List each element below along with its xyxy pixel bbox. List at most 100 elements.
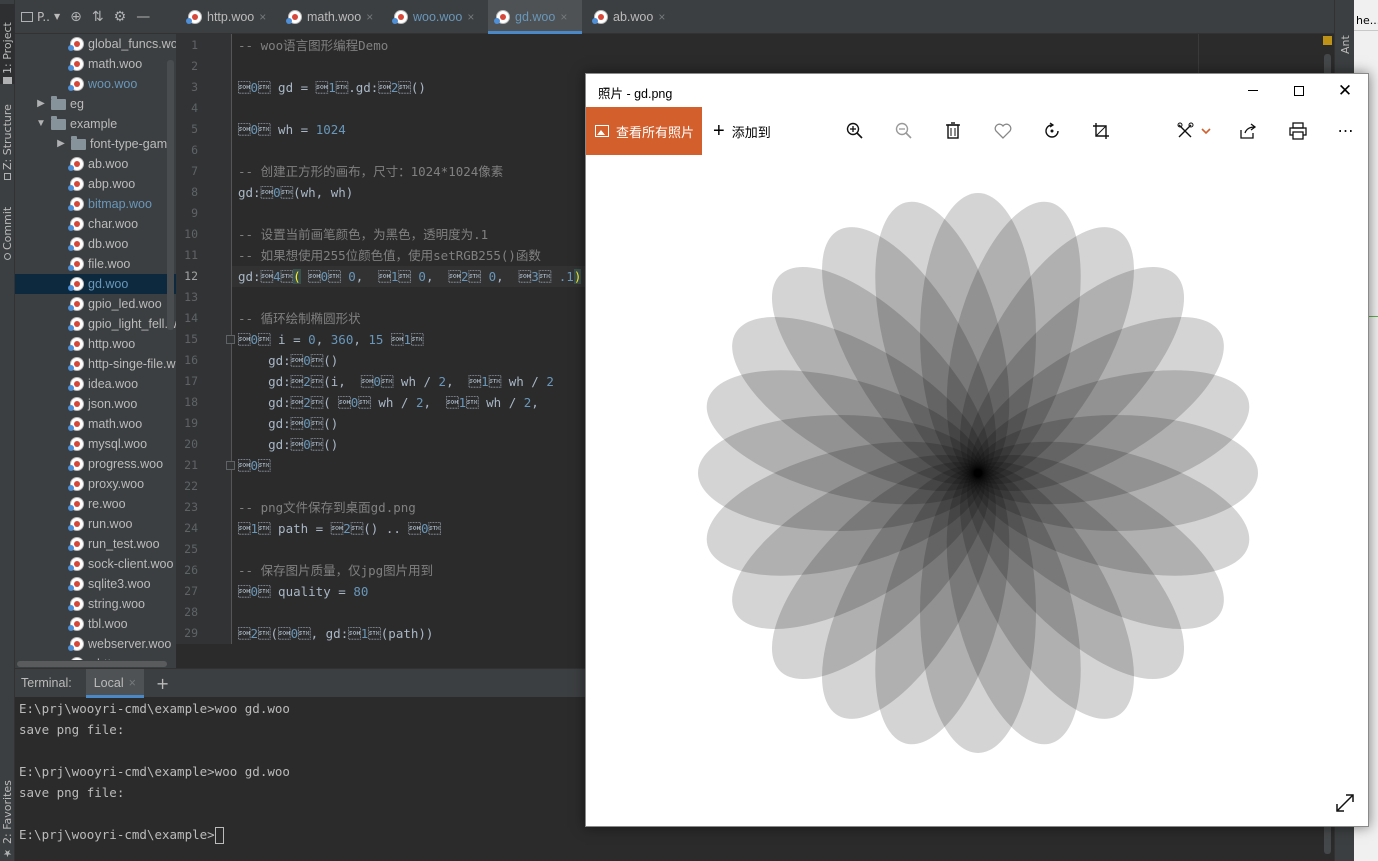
tree-file[interactable]: file.woo [68,254,130,274]
collapse-all-icon[interactable]: ⇅ [92,9,104,25]
tree-file[interactable]: gpio_led.woo [68,294,162,314]
tree-file[interactable]: run_test.woo [68,534,160,554]
tree-file[interactable]: ab.woo [68,154,128,174]
zoom-out-icon[interactable] [892,119,916,143]
maximize-button[interactable] [1276,74,1322,107]
code-line[interactable]: -- 创建正方形的画布，尺寸：1024*1024像素 [238,161,503,182]
tree-file[interactable]: global_funcs.woo [68,34,176,54]
fullscreen-expand-icon[interactable] [1334,792,1356,814]
terminal-tab-local[interactable]: Local × [85,668,145,698]
favorites-tool-tab[interactable]: ★ 2: Favorites [0,770,15,858]
tree-file[interactable]: tbl.woo [68,614,128,634]
editor-tab[interactable]: ab.woo × [586,0,676,34]
code-line[interactable]: gd:0(wh, wh) [238,182,353,203]
gear-icon[interactable]: ⚙ [114,9,127,25]
code-line[interactable]: -- 保存图片质量，仅jpg图片用到 [238,560,433,581]
project-scrollbar[interactable] [167,60,174,330]
crop-icon[interactable] [1089,119,1113,143]
edit-create-dropdown[interactable] [1175,119,1215,143]
tree-file[interactable]: mysql.woo [68,434,147,454]
code-line[interactable]: gd:2(i, 0 wh / 2, 1 wh / 2 [238,371,554,392]
see-all-photos-button[interactable]: 查看所有照片 [586,107,702,155]
close-icon[interactable]: × [366,10,373,24]
code-line[interactable]: gd:0() [238,350,338,371]
code-line[interactable]: 1 path = 2() .. 0 [238,518,441,539]
tree-file[interactable]: json.woo [68,394,137,414]
tree-file[interactable]: string.woo [68,594,145,614]
collapsed-arrow-icon[interactable]: ▶ [35,94,47,114]
close-icon[interactable]: × [658,10,665,24]
tree-file[interactable]: http-singe-file.woo [68,354,176,374]
tree-file[interactable]: char.woo [68,214,138,234]
tree-file[interactable]: abp.woo [68,174,135,194]
code-line[interactable]: 0 [238,455,271,476]
warning-marker-icon[interactable] [1323,36,1332,45]
print-icon[interactable] [1286,119,1310,143]
tree-file[interactable]: gpio_light_fell.woo [68,314,176,334]
tree-file[interactable]: gd.woo [15,274,176,294]
editor-tab[interactable]: woo.woo × [386,0,486,34]
new-terminal-plus-icon[interactable]: + [156,674,169,693]
code-line[interactable]: gd:4( 0 0, 1 0, 2 0, 3 .1) [238,266,582,287]
code-line[interactable]: 0 i = 0, 360, 15 1 [238,329,424,350]
close-icon[interactable]: × [467,10,474,24]
close-window-button[interactable]: ✕ [1322,74,1368,107]
commit-tool-tab[interactable]: Commit [0,198,15,260]
code-line[interactable]: 0 gd = 1.gd:2() [238,77,426,98]
editor-tab[interactable]: gd.woo × [488,0,582,34]
tree-file[interactable]: woo.woo [68,74,137,94]
fold-marker-icon[interactable] [226,335,235,344]
code-line[interactable]: gd:0() [238,434,338,455]
code-line[interactable]: -- woo语言图形编程Demo [238,35,388,56]
project-tool-tab[interactable]: 1: Project [0,4,15,84]
tree-file[interactable]: http.woo [68,334,135,354]
project-view-selector[interactable]: P.. ▼ [21,10,60,24]
tree-file[interactable]: re.woo [68,494,126,514]
editor-tab[interactable]: math.woo × [280,0,384,34]
close-icon[interactable]: × [259,10,266,24]
project-horizontal-scrollbar[interactable] [15,660,176,668]
code-line[interactable]: 0 wh = 1024 [238,119,346,140]
tree-file[interactable]: idea.woo [68,374,138,394]
close-icon[interactable]: × [560,10,567,24]
close-icon[interactable]: × [129,676,136,690]
more-options-icon[interactable]: ⋯ [1334,119,1358,143]
collapsed-arrow-icon[interactable]: ▶ [55,134,67,154]
favorite-heart-icon[interactable] [991,119,1015,143]
tree-file[interactable]: sqlite3.woo [68,574,151,594]
code-line[interactable]: gd:0() [238,413,338,434]
editor-tab[interactable]: http.woo × [180,0,278,34]
hide-panel-icon[interactable]: — [136,9,150,25]
tree-file[interactable]: progress.woo [68,454,163,474]
add-to-button[interactable]: + 添加到 [713,107,771,155]
code-line[interactable]: -- 设置当前画笔颜色，为黑色，透明度为.1 [238,224,488,245]
structure-tool-tab[interactable]: Z: Structure [0,98,15,180]
rotate-icon[interactable] [1040,119,1064,143]
zoom-in-icon[interactable] [843,119,867,143]
tree-file[interactable]: webserver.woo [68,634,171,654]
code-line[interactable]: -- png文件保存到桌面gd.png [238,497,416,518]
terminal-cursor[interactable] [214,827,224,844]
tree-file[interactable]: run.woo [68,514,132,534]
code-line[interactable]: 0 quality = 80 [238,581,368,602]
tree-file[interactable]: math.woo [68,54,142,74]
fold-marker-icon[interactable] [226,461,235,470]
tree-file[interactable]: bitmap.woo [68,194,152,214]
tree-file[interactable]: proxy.woo [68,474,144,494]
photo-image-area[interactable] [586,155,1368,826]
code-line[interactable]: -- 循环绘制椭圆形状 [238,308,361,329]
share-icon[interactable] [1236,119,1260,143]
ant-tool-tab[interactable]: Ant [1338,14,1353,54]
code-line[interactable]: 2(0, gd:1(path)) [238,623,433,644]
tree-folder[interactable]: ▶ eg [35,94,84,114]
tree-folder[interactable]: ▶ font-type-game [55,134,174,154]
locate-icon[interactable]: ⊕ [70,9,82,25]
delete-icon[interactable] [941,119,965,143]
tree-file[interactable]: sock-client.woo [68,554,173,574]
minimize-button[interactable] [1230,74,1276,107]
tree-folder[interactable]: ▼ example [35,114,117,134]
tree-file[interactable]: db.woo [68,234,128,254]
expanded-arrow-icon[interactable]: ▼ [35,114,47,134]
tree-file[interactable]: math.woo [68,414,142,434]
code-line[interactable]: -- 如果想使用255位颜色值，使用setRGB255()函数 [238,245,541,266]
